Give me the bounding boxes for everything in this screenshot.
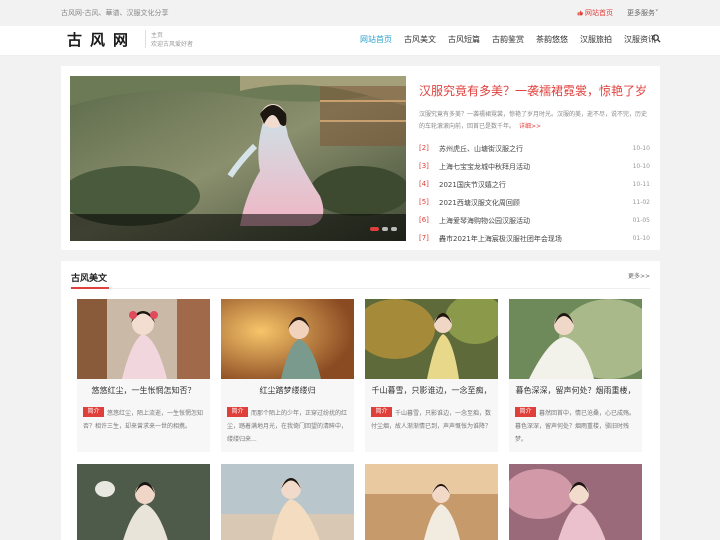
card-thumbnail[interactable] bbox=[77, 299, 210, 379]
list-item[interactable]: [2] 苏州虎丘、山塘街汉服之行 10-10 bbox=[419, 144, 650, 162]
list-item[interactable]: [7] 轟市2021年上海宸极汉服社团年会现场 01-10 bbox=[419, 234, 650, 252]
site-logo[interactable]: 古风网 bbox=[67, 29, 136, 50]
card-desc: 而那个陌上的少年，正穿过纷扰的红尘，踏着满地月光，在我倚门回望的清眸中，缕缕归来… bbox=[227, 410, 348, 443]
nav-item-tea[interactable]: 茶韵悠悠 bbox=[536, 34, 568, 45]
feature-more-link[interactable]: 详细>> bbox=[519, 123, 541, 130]
list-item[interactable]: [3] 上海七宝宝龙城中秋拜月活动 10-10 bbox=[419, 162, 650, 180]
list-item[interactable]: [6] 上海爱琴海购物公园汉服活动 01-05 bbox=[419, 216, 650, 234]
news-date: 11-02 bbox=[632, 199, 650, 206]
more-services-label: 更多服务 bbox=[627, 9, 655, 17]
section-more-link[interactable]: 更多>> bbox=[628, 271, 650, 280]
card-title[interactable]: 千山暮雪，只影谁边，一念至痴， bbox=[365, 385, 498, 396]
section-title-underline bbox=[71, 287, 109, 289]
news-title[interactable]: 上海爱琴海购物公园汉服活动 bbox=[439, 216, 530, 226]
slide-dot-1[interactable] bbox=[370, 227, 379, 231]
home-link-label: 网站首页 bbox=[585, 9, 613, 17]
card-thumbnail[interactable] bbox=[221, 299, 354, 379]
slide-dot-3[interactable] bbox=[391, 227, 397, 231]
logo-divider bbox=[145, 30, 146, 48]
hero-panel: 汉服究竟有多美？一袭襦裙霓裳，惊艳了岁 汉服究竟有多美？一袭襦裙霓裳，惊艳了岁月… bbox=[61, 66, 660, 250]
nav-item-short-stories[interactable]: 古风短篇 bbox=[448, 34, 480, 45]
feature-desc: 汉服究竟有多美？一袭襦裙霓裳，惊艳了岁月时光。汉服的美，逝不尽，说不完，历史的车… bbox=[419, 109, 649, 133]
card-desc: 暮然回首中，情已沧桑，心已成殇。暮色深深，留声何处？烟雨重楼，骆旧时残梦。 bbox=[515, 410, 636, 443]
chevron-down-icon: ˅ bbox=[655, 9, 659, 17]
feature-title[interactable]: 汉服究竟有多美？一袭襦裙霓裳，惊艳了岁 bbox=[419, 82, 647, 99]
article-card[interactable]: 悠悠红尘，一生怅惘怎知否？ 简介 悠悠红尘，陌上流逝，一生怅惘怎知否？相许三生，… bbox=[77, 299, 210, 452]
news-date: 10-10 bbox=[632, 145, 650, 152]
article-card[interactable]: 千山暮雪，只影谁边，一念至痴， 简介 千山暮雪，只影谁边，一念至痴，数付尘烟，故… bbox=[365, 299, 498, 452]
thumbs-up-icon bbox=[577, 10, 583, 16]
news-list: [2] 苏州虎丘、山塘街汉服之行 10-10 [3] 上海七宝宝龙城中秋拜月活动 10-… bbox=[419, 144, 650, 252]
hanfu-garden-photo bbox=[70, 76, 406, 241]
card-desc: 千山暮雪，只影谁边，一念至痴，数付尘烟，故人渐渐情已到，声声慨怅为谁降？ bbox=[371, 410, 492, 430]
news-index: [6] bbox=[419, 216, 429, 224]
prose-section: 古风美文 更多>> 悠悠红尘，一生怅惘怎知否？ 简介 悠悠红尘，陌上流逝，一生怅… bbox=[61, 261, 660, 540]
news-index: [5] bbox=[419, 198, 429, 206]
home-link[interactable]: 网站首页 bbox=[577, 8, 613, 18]
card-thumbnail[interactable] bbox=[509, 464, 642, 540]
card-thumbnail[interactable] bbox=[365, 299, 498, 379]
top-bar: 古风网-古风、華谱、汉服文化分享 网站首页 更多服务˅ bbox=[0, 0, 720, 26]
card-thumbnail[interactable] bbox=[221, 464, 354, 540]
news-index: [3] bbox=[419, 162, 429, 170]
news-date: 01-05 bbox=[632, 217, 650, 224]
news-index: [7] bbox=[419, 234, 429, 242]
site-tagline: 古风网-古风、華谱、汉服文化分享 bbox=[61, 9, 169, 17]
list-item[interactable]: [5] 2021西塘汉服文化周回顾 11-02 bbox=[419, 198, 650, 216]
card-title[interactable]: 悠悠红尘，一生怅惘怎知否？ bbox=[77, 385, 210, 396]
card-thumbnail[interactable] bbox=[77, 464, 210, 540]
hero-slide-image[interactable] bbox=[70, 76, 406, 241]
news-date: 10-11 bbox=[632, 181, 650, 188]
nav-item-appreciation[interactable]: 古韵鉴赏 bbox=[492, 34, 524, 45]
card-title[interactable]: 红尘踏梦缕缕归 bbox=[221, 385, 354, 396]
card-thumbnail[interactable] bbox=[509, 299, 642, 379]
slide-dot-2[interactable] bbox=[382, 227, 388, 231]
news-index: [4] bbox=[419, 180, 429, 188]
card-title[interactable]: 暮色深深，留声何处？烟雨重楼， bbox=[509, 385, 642, 396]
list-item[interactable]: [4] 2021国庆节汉嬉之行 10-11 bbox=[419, 180, 650, 198]
news-date: 10-10 bbox=[632, 163, 650, 170]
section-title: 古风美文 bbox=[71, 274, 108, 284]
section-divider bbox=[71, 288, 650, 289]
news-title[interactable]: 上海七宝宝龙城中秋拜月活动 bbox=[439, 162, 530, 172]
logo-subtitle-welcome: 欢迎古风爱好者 bbox=[151, 41, 194, 48]
news-title[interactable]: 轟市2021年上海宸极汉服社团年会现场 bbox=[439, 234, 562, 244]
news-title[interactable]: 苏州虎丘、山塘街汉服之行 bbox=[439, 144, 523, 154]
news-title[interactable]: 2021国庆节汉嬉之行 bbox=[439, 180, 506, 190]
nav-item-hanfu-travel[interactable]: 汉服旅拍 bbox=[580, 34, 612, 45]
more-services-dropdown[interactable]: 更多服务˅ bbox=[627, 8, 659, 18]
card-desc: 悠悠红尘，陌上流逝，一生怅惘怎知否？相许三生，却来曾求来一世的相携。 bbox=[83, 410, 204, 430]
nav-item-home[interactable]: 网站首页 bbox=[360, 34, 392, 45]
search-icon[interactable] bbox=[652, 34, 661, 43]
site-header: 古风网 主页 欢迎古风爱好者 网站首页 古风美文 古风短篇 古韵鉴赏 茶韵悠悠 … bbox=[0, 26, 720, 56]
news-index: [2] bbox=[419, 144, 429, 152]
article-card[interactable]: 红尘踏梦缕缕归 简介 而那个陌上的少年，正穿过纷扰的红尘，踏着满地月光，在我倚门… bbox=[221, 299, 354, 452]
news-title[interactable]: 2021西塘汉服文化周回顾 bbox=[439, 198, 520, 208]
main-nav: 网站首页 古风美文 古风短篇 古韵鉴赏 茶韵悠悠 汉服旅拍 汉服资讯 bbox=[360, 34, 668, 45]
logo-subtitle-home: 主页 bbox=[151, 32, 164, 39]
news-date: 01-10 bbox=[632, 235, 650, 242]
nav-item-prose[interactable]: 古风美文 bbox=[404, 34, 436, 45]
article-card[interactable]: 暮色深深，留声何处？烟雨重楼， 简介 暮然回首中，情已沧桑，心已成殇。暮色深深，… bbox=[509, 299, 642, 452]
card-thumbnail[interactable] bbox=[365, 464, 498, 540]
